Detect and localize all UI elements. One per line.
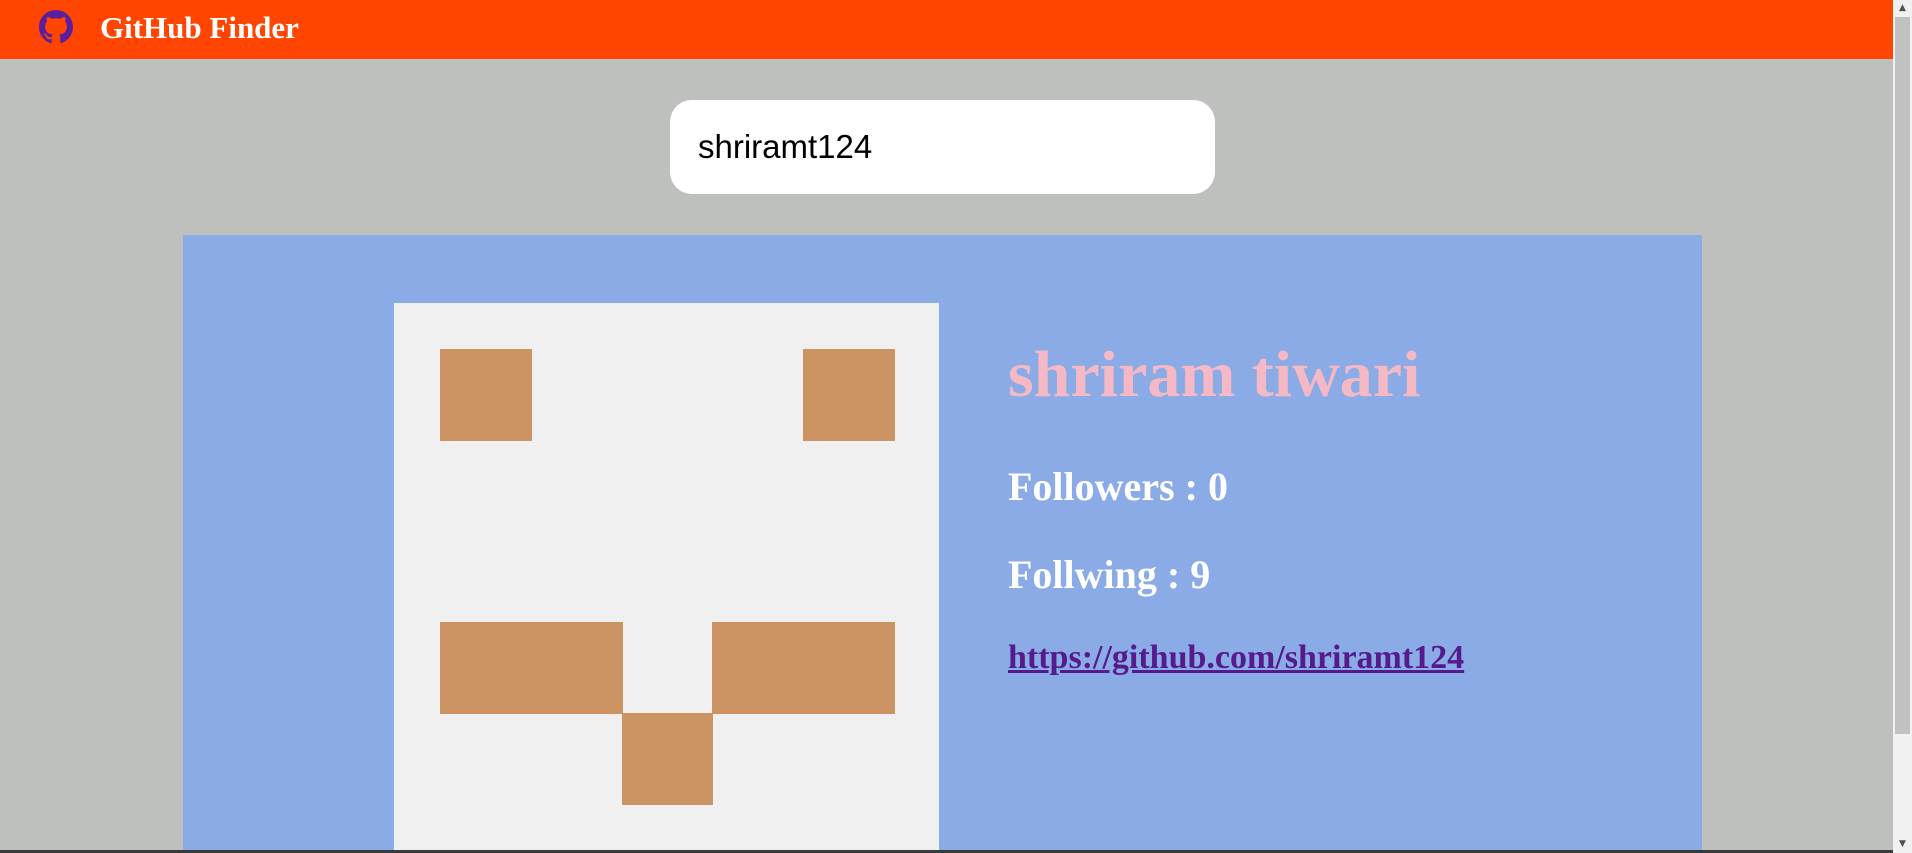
avatar-block [803, 349, 895, 441]
avatar-block [622, 713, 713, 805]
followers-count: Followers : 0 [1008, 464, 1228, 509]
navbar: GitHub Finder [0, 0, 1893, 59]
profile-link[interactable]: https://github.com/shriramt124 [1008, 637, 1464, 679]
following-count: Follwing : 9 [1008, 552, 1211, 597]
scroll-down-arrow-icon[interactable]: ▼ [1893, 836, 1912, 853]
user-name: shriram tiwari [1008, 338, 1421, 411]
profile-card: shriram tiwari Followers : 0 Follwing : … [183, 235, 1702, 853]
avatar [394, 303, 939, 851]
avatar-block [440, 622, 623, 714]
avatar-block [440, 349, 532, 441]
vertical-scrollbar[interactable]: ▲ ▼ [1893, 0, 1912, 853]
scroll-up-arrow-icon[interactable]: ▲ [1893, 0, 1912, 17]
app-title: GitHub Finder [100, 10, 299, 45]
search-input[interactable] [670, 100, 1215, 194]
github-icon[interactable] [39, 10, 73, 44]
avatar-block [712, 622, 895, 714]
scrollbar-thumb[interactable] [1895, 17, 1910, 734]
